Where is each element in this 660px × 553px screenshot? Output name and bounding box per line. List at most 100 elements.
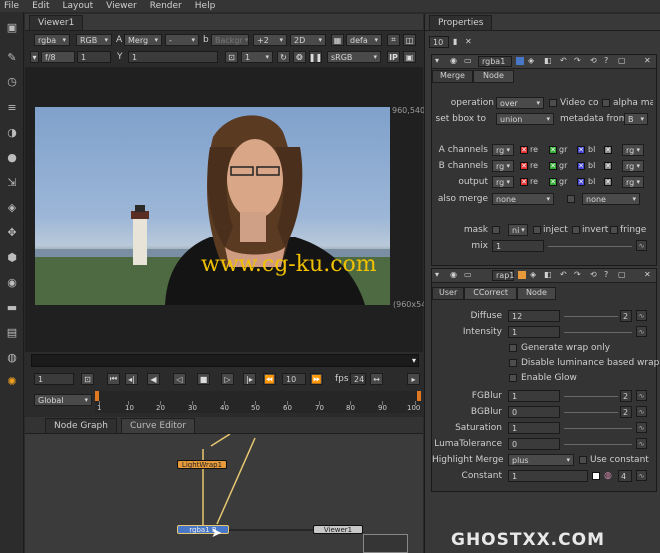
tab-properties[interactable]: Properties: [429, 15, 493, 30]
also-merge-dropdown[interactable]: none: [492, 193, 554, 205]
fps-field[interactable]: 24: [350, 373, 366, 385]
visibility-icon[interactable]: ◉: [450, 270, 457, 279]
diffuse-field[interactable]: 12: [508, 310, 560, 322]
a-red-checkbox[interactable]: ✕: [520, 146, 528, 154]
cache-icon[interactable]: ▸: [407, 373, 420, 385]
animation-icon[interactable]: ∿: [636, 422, 647, 433]
metadata-dropdown[interactable]: B: [624, 113, 648, 125]
frame-field[interactable]: 1: [77, 51, 111, 63]
image-icon[interactable]: ▣: [5, 20, 19, 34]
b-channels-dropdown[interactable]: rg: [492, 160, 514, 172]
out-green-checkbox[interactable]: ✕: [549, 178, 557, 186]
bgblur-slider[interactable]: [564, 412, 618, 413]
tab-merge[interactable]: Merge: [432, 70, 473, 83]
channels-dropdown[interactable]: rgba: [34, 34, 70, 46]
skip-forward-icon[interactable]: ⏩: [310, 373, 323, 385]
help-icon[interactable]: ?: [604, 270, 608, 279]
float-panel-icon[interactable]: ▢: [618, 270, 626, 279]
ip-button[interactable]: IP: [387, 51, 400, 63]
color-wheel-icon[interactable]: ◍: [604, 471, 612, 481]
play-back-icon[interactable]: ◁: [173, 373, 186, 385]
luma-tolerance-field[interactable]: 0: [508, 438, 560, 450]
range-mode-dropdown[interactable]: Global: [34, 394, 92, 406]
time-icon[interactable]: ◷: [5, 74, 19, 88]
also-merge-checkbox[interactable]: [567, 195, 575, 203]
fringe-checkbox[interactable]: [610, 226, 618, 234]
float-icon[interactable]: ◧: [544, 56, 552, 65]
mask-input-dropdown[interactable]: ni: [508, 224, 528, 236]
merge-icon[interactable]: ◈: [5, 200, 19, 214]
render-icon[interactable]: ❂: [293, 51, 306, 63]
b-red-checkbox[interactable]: ✕: [520, 162, 528, 170]
fstop-field[interactable]: f/8: [41, 51, 75, 63]
menu-layout[interactable]: Layout: [63, 1, 94, 11]
center-icon[interactable]: ▭: [464, 56, 472, 65]
node-color-icon[interactable]: [516, 57, 524, 65]
color-icon[interactable]: ◑: [5, 125, 19, 139]
fgblur-field[interactable]: 1: [508, 390, 560, 402]
invert-checkbox[interactable]: [572, 226, 580, 234]
clear-panels-icon[interactable]: ✕: [465, 37, 472, 46]
enable-glow-checkbox[interactable]: [509, 374, 517, 382]
history-icon[interactable]: ◈: [530, 270, 536, 279]
next-key-icon[interactable]: |▸: [243, 373, 256, 385]
navigator-thumbnail[interactable]: [363, 534, 408, 553]
animation-icon[interactable]: ∿: [636, 470, 647, 481]
diffuse-max-field[interactable]: 2: [620, 310, 632, 322]
center-icon[interactable]: ▭: [464, 270, 472, 279]
a-alpha-dropdown[interactable]: rg: [622, 144, 644, 156]
out-blue-checkbox[interactable]: ✕: [577, 178, 585, 186]
metadata-icon[interactable]: ▬: [5, 300, 19, 314]
video-colorspace-checkbox[interactable]: [549, 99, 557, 107]
undo-icon[interactable]: ↶: [560, 270, 567, 279]
menu-help[interactable]: Help: [195, 1, 216, 11]
animation-icon[interactable]: ∿: [636, 310, 647, 321]
zoom-dropdown[interactable]: +2: [253, 34, 287, 46]
merge-name-field[interactable]: rgba1: [478, 56, 512, 67]
b-input-dropdown[interactable]: Backgr: [211, 34, 249, 46]
views-icon[interactable]: ◉: [5, 275, 19, 289]
toolsets-icon[interactable]: ▤: [5, 325, 19, 339]
menu-file[interactable]: File: [4, 1, 19, 11]
stop-icon[interactable]: ■: [197, 373, 210, 385]
b-green-checkbox[interactable]: ✕: [549, 162, 557, 170]
lightwrap-name-field[interactable]: rap1: [492, 270, 514, 281]
in-marker[interactable]: [95, 391, 99, 401]
3d-icon[interactable]: ⬢: [5, 250, 19, 264]
tab-node[interactable]: Node: [517, 287, 556, 300]
revert-icon[interactable]: ⟲: [590, 56, 597, 65]
b-blue-checkbox[interactable]: ✕: [577, 162, 585, 170]
lock-icon[interactable]: ▮: [453, 37, 457, 46]
proxy-icon[interactable]: ⊡: [225, 51, 238, 63]
transform-icon[interactable]: ✥: [5, 225, 19, 239]
prev-key-icon[interactable]: ◂|: [125, 373, 138, 385]
play-icon[interactable]: ▷: [221, 373, 234, 385]
b-alpha-dropdown[interactable]: rg: [622, 160, 644, 172]
bbox-dropdown[interactable]: union: [496, 113, 554, 125]
a-channels-dropdown[interactable]: rg: [492, 144, 514, 156]
out-alpha-dropdown[interactable]: rg: [622, 176, 644, 188]
use-constant-checkbox[interactable]: [579, 456, 587, 464]
dropdown-arrow-icon[interactable]: ▾: [30, 51, 39, 63]
node-lightwrap[interactable]: LightWrap1: [177, 460, 227, 469]
playback-mode-icon[interactable]: ↔: [370, 373, 383, 385]
paint-icon[interactable]: ✎: [5, 50, 19, 64]
redo-icon[interactable]: ↷: [574, 270, 581, 279]
bgblur-max-field[interactable]: 2: [620, 406, 632, 418]
animation-icon[interactable]: ∿: [636, 326, 647, 337]
tab-viewer1[interactable]: Viewer1: [29, 15, 84, 30]
a-green-checkbox[interactable]: ✕: [549, 146, 557, 154]
fgblur-max-field[interactable]: 2: [620, 390, 632, 402]
roi-icon[interactable]: ⌗: [387, 34, 400, 46]
tab-node[interactable]: Node: [472, 70, 514, 83]
inject-checkbox[interactable]: [533, 226, 541, 234]
tab-user[interactable]: User: [432, 287, 465, 300]
diffuse-slider[interactable]: [564, 316, 618, 317]
also-merge-dropdown-2[interactable]: none: [582, 193, 640, 205]
float-panel-icon[interactable]: ▢: [618, 56, 626, 65]
generate-wrap-checkbox[interactable]: [509, 344, 517, 352]
timeline-scrub[interactable]: ▾: [31, 354, 419, 367]
first-frame-icon[interactable]: ⏮: [107, 373, 120, 385]
redo-icon[interactable]: ↷: [574, 56, 581, 65]
channel-icon[interactable]: ≡: [5, 100, 19, 114]
